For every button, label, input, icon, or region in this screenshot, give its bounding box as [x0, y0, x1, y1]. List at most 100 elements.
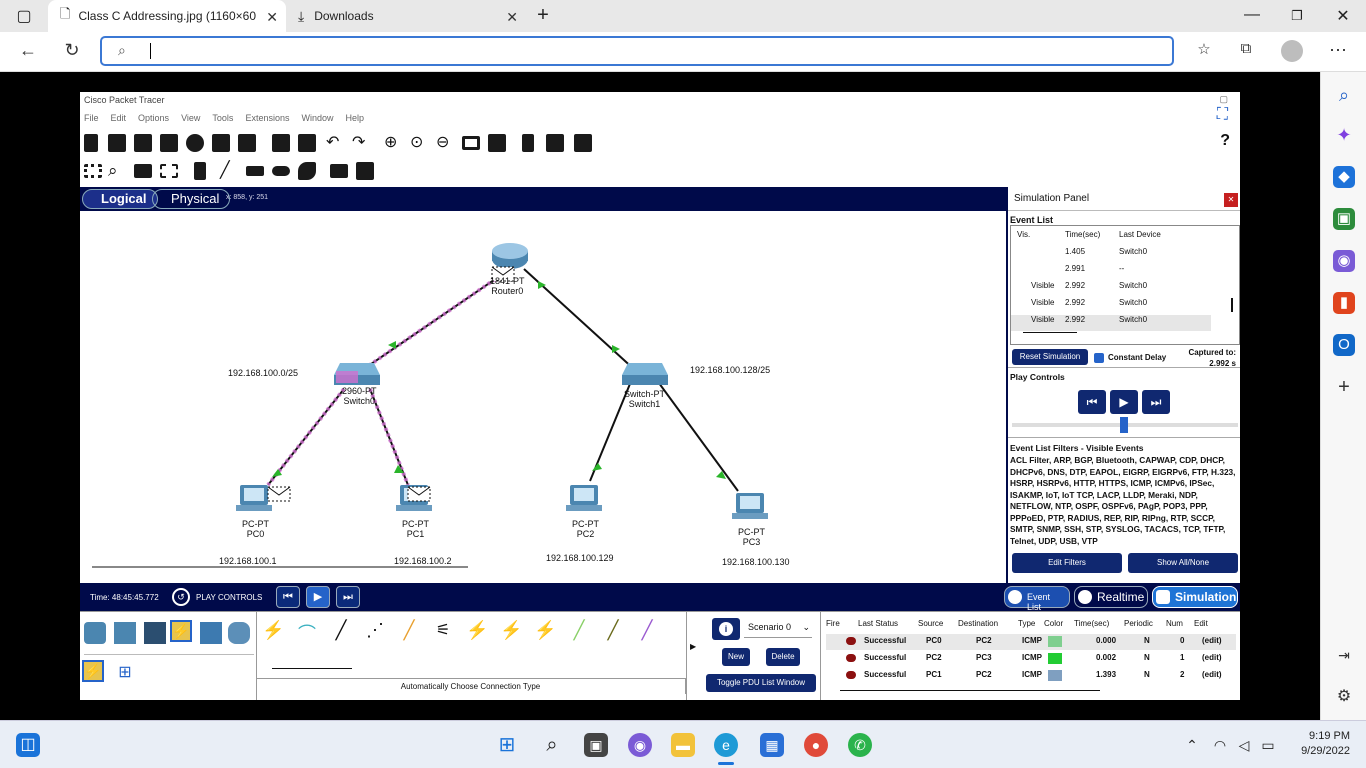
wifi-icon[interactable]: ◠ [1208, 733, 1232, 757]
usb-cable-icon[interactable]: ╱ [636, 620, 658, 642]
end-devices-icon[interactable] [114, 622, 136, 644]
drawing-rectangle-icon[interactable] [462, 136, 480, 150]
back-icon[interactable]: ← [16, 40, 40, 61]
connection-type-icon[interactable]: ⚡ [82, 660, 104, 682]
expand-arrow-icon[interactable]: ▶ [690, 642, 696, 651]
draw-rect-icon[interactable] [246, 166, 264, 176]
new-scenario-button[interactable]: New [722, 648, 750, 666]
table-row[interactable]: Visible 2.992 Switch0 [1011, 281, 1231, 297]
table-row-selected[interactable]: Visible 2.992 Switch0 [1011, 315, 1211, 331]
paste-icon[interactable] [298, 134, 316, 152]
fire-icon[interactable] [846, 637, 856, 645]
fiber-cable-icon[interactable]: ╱ [398, 620, 420, 642]
show-all-button[interactable]: Show All/None [1128, 553, 1238, 573]
menu-item[interactable]: Extensions [245, 113, 289, 123]
edge-icon[interactable]: e [714, 733, 738, 757]
resize-icon[interactable] [160, 164, 178, 178]
delete-icon[interactable] [134, 164, 152, 178]
tag-icon[interactable]: ◆ [1333, 166, 1355, 188]
collections-icon[interactable]: ⧉ [1234, 40, 1258, 57]
add-complex-pdu-icon[interactable] [356, 162, 374, 180]
forward-step-button[interactable]: ⏭ [1142, 390, 1170, 414]
volume-icon[interactable]: ◁ [1232, 733, 1256, 757]
network-info-icon[interactable] [212, 134, 230, 152]
auto-connection-icon[interactable]: ⚡ [262, 620, 284, 642]
table-row[interactable]: 2.991 -- [1011, 264, 1231, 280]
table-row[interactable]: Visible 2.992 Switch0 [1011, 298, 1231, 314]
event-list-table[interactable]: Vis. Time(sec) Last Device 1.405 Switch0… [1010, 225, 1240, 345]
desktop-switcher-icon[interactable]: ◫ [16, 733, 40, 757]
edit-filters-button[interactable]: Edit Filters [1012, 553, 1122, 573]
menu-item[interactable]: Options [138, 113, 169, 123]
start-icon[interactable]: ⊞ [495, 733, 519, 757]
close-window-icon[interactable]: ✕ [1333, 6, 1353, 26]
tab-actions-icon[interactable]: ▢ [14, 6, 34, 26]
print-icon[interactable] [160, 134, 178, 152]
profile-avatar[interactable] [1281, 40, 1303, 62]
serial-dce-icon[interactable]: ⚡ [500, 620, 522, 642]
new-file-icon[interactable] [84, 134, 98, 152]
speed-slider-thumb[interactable] [1120, 417, 1128, 433]
freeform-icon[interactable] [298, 162, 316, 180]
coaxial-cable-icon[interactable]: ⚡ [466, 620, 488, 642]
office-icon[interactable]: ▮ [1333, 292, 1355, 314]
ipc-icon[interactable] [546, 134, 564, 152]
image-icon[interactable] [574, 134, 592, 152]
select-icon[interactable] [84, 164, 102, 178]
network-devices-icon[interactable] [84, 622, 106, 644]
menu-item[interactable]: Edit [111, 113, 127, 123]
screen-capture-icon[interactable]: ⛶ [1217, 106, 1228, 124]
crossover-cable-icon[interactable]: ⋰ [364, 620, 386, 642]
toggle-pdu-list-button[interactable]: Toggle PDU List Window [706, 674, 816, 692]
pdu-row[interactable]: Successful PC0 PC2 ICMP 0.000 N 0 (edit) [826, 634, 1236, 650]
table-row[interactable]: 1.405 Switch0 [1011, 247, 1231, 263]
note-icon[interactable] [194, 162, 206, 180]
clock[interactable]: 9:19 PM 9/29/2022 [1286, 729, 1350, 759]
menu-item[interactable]: File [84, 113, 99, 123]
search-icon[interactable]: ⌕ [540, 733, 564, 757]
search-icon[interactable]: ⌕ [1333, 84, 1355, 106]
save-icon[interactable] [134, 134, 152, 152]
redo-icon[interactable]: ↷ [352, 134, 366, 152]
chat-icon[interactable]: ◉ [628, 733, 652, 757]
pdu-row[interactable]: Successful PC1 PC2 ICMP 1.393 N 2 (edit) [826, 668, 1236, 684]
window-controls[interactable]: ▢ [1219, 94, 1228, 105]
sidebar-toggle-icon[interactable]: ⇥ [1333, 644, 1355, 666]
whatsapp-icon[interactable]: ✆ [848, 733, 872, 757]
chrome-icon[interactable]: ● [804, 733, 828, 757]
new-tab-button[interactable]: + [533, 4, 553, 27]
add-icon[interactable]: + [1333, 376, 1355, 398]
phone-cable-icon[interactable]: ⚟ [432, 620, 454, 642]
undo-icon[interactable]: ↶ [326, 134, 340, 152]
back-step-button[interactable]: ⏮ [276, 586, 300, 608]
pdu-edit-link[interactable]: (edit) [1202, 670, 1222, 679]
fire-icon[interactable] [846, 671, 856, 679]
zoom-in-icon[interactable]: ⊕ [384, 134, 402, 152]
components-icon[interactable] [144, 622, 166, 644]
draw-ellipse-icon[interactable] [272, 166, 290, 176]
close-tab-icon[interactable]: ✕ [506, 9, 518, 26]
zoom-out-icon[interactable]: ⊖ [436, 134, 454, 152]
serial-dte-icon[interactable]: ⚡ [534, 620, 556, 642]
reset-simulation-button[interactable]: Reset Simulation [1012, 349, 1088, 365]
iot-cable-icon[interactable]: ╱ [602, 620, 624, 642]
more-menu-icon[interactable]: ⋯ [1326, 40, 1350, 61]
misc-icon[interactable] [200, 622, 222, 644]
info-button[interactable]: i [712, 618, 740, 640]
wizard-icon[interactable] [186, 134, 204, 152]
menu-item[interactable]: Tools [212, 113, 233, 123]
settings-icon[interactable]: ⚙ [1333, 686, 1355, 708]
scrollbar[interactable] [1231, 298, 1233, 312]
copy-icon[interactable] [272, 134, 290, 152]
inspect-icon[interactable]: ⌕ [108, 162, 126, 180]
pdu-edit-link[interactable]: (edit) [1202, 653, 1222, 662]
store-icon[interactable]: ▦ [760, 733, 784, 757]
constant-delay-checkbox[interactable] [1094, 353, 1104, 363]
battery-icon[interactable]: ▭ [1256, 733, 1280, 757]
file-explorer-icon[interactable]: ▬ [671, 733, 695, 757]
refresh-icon[interactable]: ↻ [60, 40, 84, 61]
octal-cable-icon[interactable]: ╱ [568, 620, 590, 642]
custom-device-icon[interactable] [488, 134, 506, 152]
task-view-icon[interactable]: ▣ [584, 733, 608, 757]
open-icon[interactable] [108, 134, 126, 152]
